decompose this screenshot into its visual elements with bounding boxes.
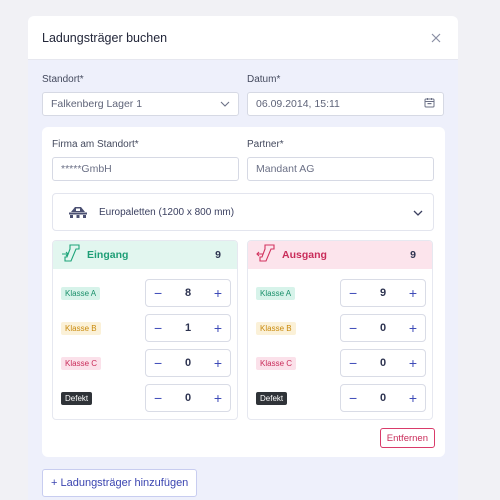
badge-defekt: Defekt — [256, 391, 288, 405]
plus-icon[interactable]: + — [214, 321, 222, 335]
minus-icon[interactable]: − — [349, 286, 357, 300]
chevron-down-icon — [220, 98, 230, 110]
quantity-stepper: − 1 + — [145, 314, 231, 342]
minus-icon[interactable]: − — [349, 321, 357, 335]
minus-icon[interactable]: − — [154, 356, 162, 370]
plus-icon[interactable]: + — [409, 356, 417, 370]
plus-icon[interactable]: + — [214, 356, 222, 370]
partner-value: Mandant AG — [256, 163, 315, 175]
eingang-row-klasse-b: Klasse B − 1 + — [61, 313, 231, 343]
eingang-panel: Eingang 9 Klasse A − 8 + Klasse B − 1 + — [52, 240, 238, 420]
minus-icon[interactable]: − — [154, 321, 162, 335]
dialog-header: Ladungsträger buchen — [28, 16, 458, 60]
quantity-value[interactable]: 0 — [380, 322, 386, 334]
eingang-title: Eingang — [87, 249, 129, 261]
quantity-value[interactable]: 0 — [185, 357, 191, 369]
firma-input[interactable]: *****GmbH — [52, 157, 239, 181]
eingang-row-klasse-c: Klasse C − 0 + — [61, 348, 231, 378]
badge-klasse-c: Klasse C — [256, 356, 297, 370]
partner-input[interactable]: Mandant AG — [247, 157, 434, 181]
plus-icon[interactable]: + — [409, 321, 417, 335]
partner-label: Partner* — [247, 139, 284, 150]
ausgang-title: Ausgang — [282, 249, 327, 261]
calendar-icon[interactable] — [424, 97, 435, 111]
quantity-stepper: − 0 + — [145, 384, 231, 412]
ausgang-row-defekt: Defekt − 0 + — [256, 383, 426, 413]
pallet-type-select[interactable]: Europaletten (1200 x 800 mm) — [52, 193, 434, 231]
standort-label: Standort* — [42, 74, 84, 85]
plus-icon[interactable]: + — [409, 391, 417, 405]
close-icon[interactable] — [428, 30, 444, 46]
quantity-stepper: − 0 + — [340, 314, 426, 342]
plus-icon[interactable]: + — [214, 286, 222, 300]
minus-icon[interactable]: − — [349, 391, 357, 405]
standort-value: Falkenberg Lager 1 — [51, 98, 143, 110]
quantity-stepper: − 0 + — [340, 349, 426, 377]
plus-icon[interactable]: + — [409, 286, 417, 300]
ausgang-row-klasse-c: Klasse C − 0 + — [256, 348, 426, 378]
pallet-type-label: Europaletten (1200 x 800 mm) — [99, 206, 235, 218]
quantity-value[interactable]: 8 — [185, 287, 191, 299]
add-carrier-button[interactable]: + Ladungsträger hinzufügen — [42, 469, 198, 497]
datum-label: Datum* — [247, 74, 281, 85]
ausgang-header: Ausgang 9 — [248, 241, 432, 269]
minus-icon[interactable]: − — [154, 286, 162, 300]
badge-klasse-c: Klasse C — [61, 356, 102, 370]
ausgang-row-klasse-a: Klasse A − 9 + — [256, 278, 426, 308]
badge-klasse-a: Klasse A — [256, 286, 296, 300]
eingang-row-defekt: Defekt − 0 + — [61, 383, 231, 413]
badge-defekt: Defekt — [61, 391, 93, 405]
minus-icon[interactable]: − — [349, 356, 357, 370]
quantity-value[interactable]: 0 — [185, 392, 191, 404]
remove-button[interactable]: Entfernen — [379, 428, 435, 448]
quantity-value[interactable]: 9 — [380, 287, 386, 299]
firma-value: *****GmbH — [61, 163, 112, 175]
quantity-stepper: − 9 + — [340, 279, 426, 307]
firma-label: Firma am Standort* — [52, 139, 139, 150]
quantity-stepper: − 0 + — [145, 349, 231, 377]
ausgang-row-klasse-b: Klasse B − 0 + — [256, 313, 426, 343]
quantity-value[interactable]: 1 — [185, 322, 191, 334]
badge-klasse-b: Klasse B — [256, 321, 296, 335]
ausgang-total: 9 — [410, 249, 416, 261]
eingang-header: Eingang 9 — [53, 241, 237, 269]
eingang-total: 9 — [215, 249, 221, 261]
badge-klasse-a: Klasse A — [61, 286, 101, 300]
eingang-row-klasse-a: Klasse A − 8 + — [61, 278, 231, 308]
inbound-icon — [61, 243, 81, 268]
outbound-icon — [256, 243, 276, 268]
standort-select[interactable]: Falkenberg Lager 1 — [42, 92, 239, 116]
quantity-stepper: − 8 + — [145, 279, 231, 307]
quantity-value[interactable]: 0 — [380, 392, 386, 404]
chevron-down-icon — [413, 203, 423, 221]
ausgang-panel: Ausgang 9 Klasse A − 9 + Klasse B − 0 + — [247, 240, 433, 420]
datum-input[interactable]: 06.09.2014, 15:11 — [247, 92, 444, 116]
datum-value: 06.09.2014, 15:11 — [256, 98, 340, 110]
plus-icon[interactable]: + — [214, 391, 222, 405]
carrier-card: Firma am Standort* *****GmbH Partner* Ma… — [42, 127, 445, 457]
quantity-value[interactable]: 0 — [380, 357, 386, 369]
badge-klasse-b: Klasse B — [61, 321, 101, 335]
minus-icon[interactable]: − — [154, 391, 162, 405]
dialog-title: Ladungsträger buchen — [42, 30, 168, 45]
booking-dialog: Ladungsträger buchen Standort* Falkenber… — [28, 16, 458, 500]
pallet-icon — [63, 197, 93, 227]
quantity-stepper: − 0 + — [340, 384, 426, 412]
